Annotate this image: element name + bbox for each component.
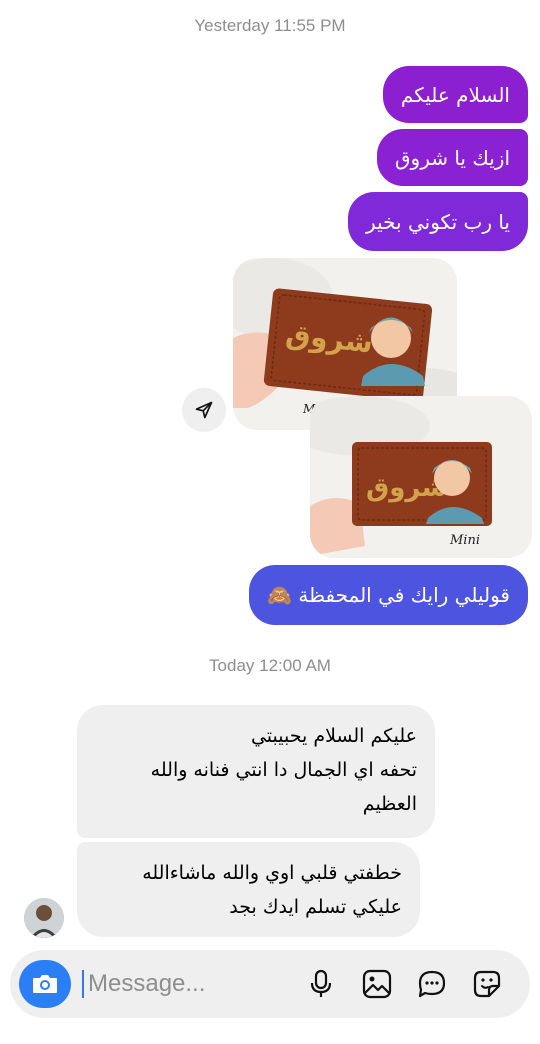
share-button[interactable] bbox=[182, 388, 226, 432]
timestamp-yesterday: Yesterday 11:55 PM bbox=[194, 16, 346, 35]
wallet-photo-2[interactable]: شروق Mini bbox=[310, 396, 532, 558]
chat-button[interactable] bbox=[414, 966, 450, 1002]
wallet-2-brand: Mini bbox=[449, 533, 480, 548]
wallet-photo-2-image: شروق Mini bbox=[310, 396, 532, 558]
chat-bubble-icon bbox=[418, 970, 446, 998]
incoming-2-line-2: عليكي تسلم ايدك بجد bbox=[229, 896, 402, 918]
incoming-1-line-2: تحفه اي الجمال دا انتي فنانه والله bbox=[150, 759, 417, 781]
microphone-icon bbox=[310, 969, 332, 997]
incoming-message-2[interactable]: خطفتي قلبي اوي والله ماشاءالله عليكي تسل… bbox=[77, 842, 420, 937]
outgoing-message-3[interactable]: يا رب تكوني بخير bbox=[348, 192, 528, 251]
sticker-button[interactable] bbox=[469, 966, 505, 1002]
camera-button[interactable] bbox=[19, 960, 71, 1008]
incoming-1-line-1: عليكم السلام يحبيبتي bbox=[250, 725, 417, 747]
outgoing-message-2[interactable]: ازيك يا شروق bbox=[377, 129, 528, 186]
outgoing-caption-message[interactable]: قوليلي رايك في المحفظة 🙈 bbox=[249, 565, 528, 625]
message-composer bbox=[10, 950, 530, 1018]
sticker-icon bbox=[473, 970, 501, 998]
incoming-2-line-1: خطفتي قلبي اوي والله ماشاءالله bbox=[142, 862, 402, 884]
image-icon bbox=[362, 969, 392, 999]
incoming-message-1[interactable]: عليكم السلام يحبيبتي تحفه اي الجمال دا ا… bbox=[77, 705, 435, 838]
microphone-button[interactable] bbox=[303, 966, 339, 1002]
timestamp-today: Today 12:00 AM bbox=[209, 656, 331, 675]
outgoing-message-1[interactable]: السلام عليكم bbox=[382, 66, 528, 123]
incoming-1-line-3: العظيم bbox=[362, 793, 417, 815]
message-input[interactable] bbox=[84, 962, 252, 1006]
gallery-button[interactable] bbox=[359, 966, 395, 1002]
paper-plane-icon bbox=[195, 401, 213, 419]
avatar-image bbox=[24, 898, 64, 938]
avatar[interactable] bbox=[24, 898, 64, 938]
camera-icon bbox=[33, 975, 57, 993]
